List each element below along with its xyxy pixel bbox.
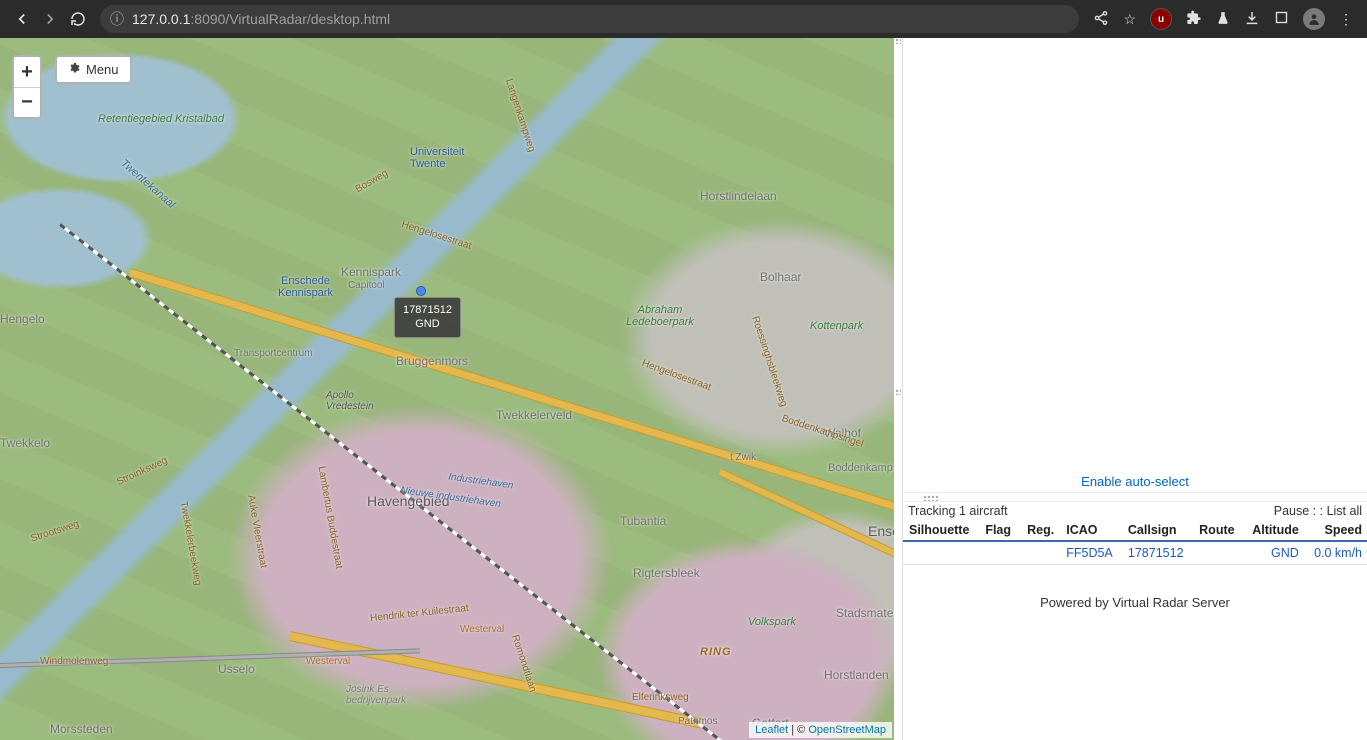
kebab-menu-icon[interactable]: ⋮ [1339, 11, 1353, 28]
leaflet-link[interactable]: Leaflet [755, 724, 788, 736]
zoom-control: + − [12, 55, 42, 119]
attribution-separator: | © [788, 724, 808, 736]
browser-chrome: ⓘ 127.0.0.1:8090/VirtualRadar/desktop.ht… [0, 0, 1367, 38]
status-links: Pause : : List all [1274, 504, 1362, 518]
col-speed[interactable]: Speed [1305, 520, 1367, 541]
cell-silhouette [903, 541, 979, 565]
menu-button[interactable]: Menu [55, 55, 132, 84]
status-row: Tracking 1 aircraft Pause : : List all [903, 502, 1367, 520]
cell-route [1193, 541, 1243, 565]
auto-select-bar: Enable auto-select [903, 470, 1367, 492]
url-host: 127.0.0.1 [132, 11, 190, 27]
cell-icao: FF5D5A [1060, 541, 1122, 565]
map-tiles [0, 38, 894, 740]
map-attribution: Leaflet | © OpenStreetMap [749, 722, 892, 738]
share-icon[interactable] [1093, 10, 1109, 29]
aircraft-alt: GND [403, 317, 452, 331]
osm-link[interactable]: OpenStreetMap [808, 724, 886, 736]
cell-altitude: GND [1243, 541, 1305, 565]
col-reg[interactable]: Reg. [1019, 520, 1060, 541]
col-altitude[interactable]: Altitude [1243, 520, 1305, 541]
cell-callsign: 17871512 [1122, 541, 1193, 565]
address-bar[interactable]: ⓘ 127.0.0.1:8090/VirtualRadar/desktop.ht… [100, 5, 1079, 33]
cell-speed: 0.0 km/h [1305, 541, 1367, 565]
zoom-in-button[interactable]: + [14, 57, 40, 87]
downloads-icon[interactable] [1244, 10, 1260, 29]
aircraft-list-pane: Tracking 1 aircraft Pause : : List all S… [903, 502, 1367, 740]
back-button[interactable] [8, 5, 36, 33]
cell-flag [979, 541, 1019, 565]
profile-avatar[interactable] [1303, 8, 1325, 30]
extensions-icon[interactable] [1186, 10, 1202, 29]
table-row[interactable]: FF5D5A 17871512 GND 0.0 km/h [903, 541, 1367, 565]
horizontal-splitter[interactable] [903, 492, 1367, 502]
col-flag[interactable]: Flag [979, 520, 1019, 541]
ublock-icon[interactable]: u [1150, 8, 1172, 30]
col-silhouette[interactable]: Silhouette [903, 520, 979, 541]
col-callsign[interactable]: Callsign [1122, 520, 1193, 541]
table-header-row: Silhouette Flag Reg. ICAO Callsign Route… [903, 520, 1367, 541]
list-all-link[interactable]: List all [1327, 504, 1362, 518]
bookmark-icon[interactable]: ☆ [1123, 11, 1136, 28]
aircraft-label: 17871512 GND [394, 297, 461, 338]
aircraft-table: Silhouette Flag Reg. ICAO Callsign Route… [903, 520, 1367, 565]
map[interactable]: Retentiegebied Kristalbad Universiteit T… [0, 38, 894, 740]
tracking-status: Tracking 1 aircraft [908, 504, 1008, 518]
col-icao[interactable]: ICAO [1060, 520, 1122, 541]
powered-by: Powered by Virtual Radar Server [903, 565, 1367, 640]
aircraft-id: 17871512 [403, 303, 452, 317]
reload-button[interactable] [64, 5, 92, 33]
content-area: Retentiegebied Kristalbad Universiteit T… [0, 38, 1367, 740]
right-panel: Enable auto-select Tracking 1 aircraft P… [902, 38, 1367, 740]
col-route[interactable]: Route [1193, 520, 1243, 541]
labs-icon[interactable] [1216, 10, 1230, 29]
menu-label: Menu [86, 62, 119, 77]
gear-icon [68, 62, 80, 77]
zoom-out-button[interactable]: − [14, 87, 40, 117]
cell-reg [1019, 541, 1060, 565]
aircraft-table-wrap[interactable]: Silhouette Flag Reg. ICAO Callsign Route… [903, 520, 1367, 565]
url-path: :8090/VirtualRadar/desktop.html [190, 11, 390, 27]
chrome-actions: ☆ u ⋮ [1087, 8, 1359, 30]
aircraft-dot-icon [416, 286, 426, 296]
enable-auto-select-link[interactable]: Enable auto-select [1081, 474, 1189, 489]
pause-link[interactable]: Pause [1274, 504, 1309, 518]
aircraft-detail-pane [903, 38, 1367, 470]
reading-list-icon[interactable] [1274, 10, 1289, 28]
forward-button[interactable] [36, 5, 64, 33]
vertical-splitter[interactable] [894, 38, 902, 740]
site-info-icon[interactable]: ⓘ [110, 9, 124, 29]
